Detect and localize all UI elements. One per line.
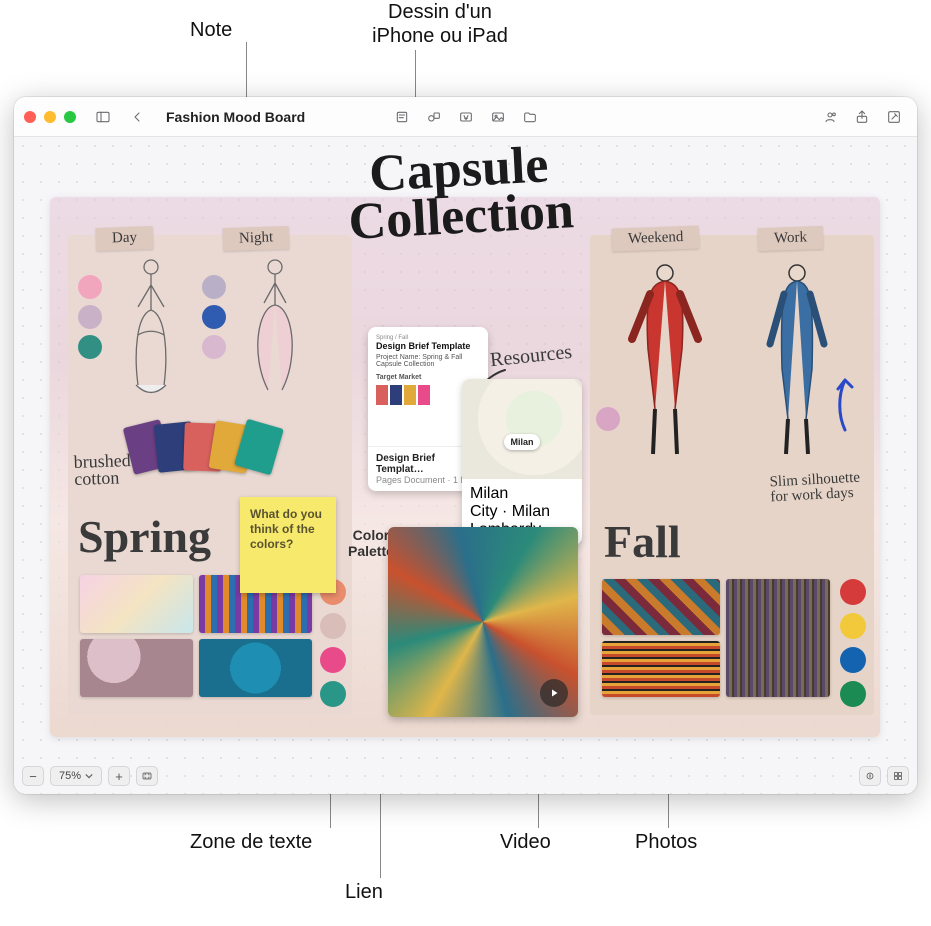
link-card-map[interactable]: Milan Milan City · Milan Lombardy [462, 379, 582, 545]
collaborate-button[interactable] [817, 105, 843, 129]
palette-dot [320, 681, 346, 707]
zoom-controls: − 75% + [22, 766, 158, 786]
photo-tile [80, 575, 193, 633]
color-swatch [78, 305, 102, 329]
palette-dot [840, 613, 866, 639]
back-button[interactable] [124, 105, 150, 129]
grid-icon [892, 770, 904, 782]
color-swatch [78, 275, 102, 299]
spring-panel: Day Night [68, 235, 352, 715]
fashion-sketch-work [752, 259, 842, 459]
palette-dot [840, 681, 866, 707]
collaborate-icon [822, 109, 838, 125]
fashion-sketch-night [240, 255, 310, 405]
callout-photos: Photos [635, 830, 697, 854]
toolbar: Fashion Mood Board [14, 97, 917, 137]
chevron-left-icon [129, 109, 145, 125]
close-button[interactable] [24, 111, 36, 123]
minimize-button[interactable] [44, 111, 56, 123]
hand-note-work: Slim silhouette for work days [769, 471, 861, 506]
play-icon [548, 687, 560, 699]
video-tile[interactable] [388, 527, 578, 717]
sidebar-toggle-button[interactable] [90, 105, 116, 129]
sidebar-icon [95, 109, 111, 125]
fabric-swatches [128, 423, 278, 471]
thumb-title: Design Brief Template [376, 341, 480, 351]
hand-label-fabric: brushed cotton [73, 452, 131, 488]
sticky-note[interactable]: What do you think of the colors? [240, 497, 336, 593]
fashion-sketch-day [116, 255, 186, 405]
chevron-down-icon [85, 772, 93, 780]
zoom-level[interactable]: 75% [50, 766, 102, 786]
arrow-icon [830, 375, 860, 435]
play-button[interactable] [540, 679, 568, 707]
canvas[interactable]: Capsule Collection Day Night [14, 137, 917, 794]
palette-dot [840, 647, 866, 673]
map-thumbnail: Milan [462, 379, 582, 479]
text-icon [458, 109, 474, 125]
zoom-fit-button[interactable] [136, 766, 158, 786]
fall-palette [840, 579, 866, 707]
photo-tile [602, 579, 720, 635]
tape-label-night: Night [223, 226, 290, 251]
zoom-in-button[interactable]: + [108, 766, 130, 786]
fall-photos-left [602, 579, 720, 697]
note-icon [394, 109, 410, 125]
window-controls [24, 111, 76, 123]
grid-toggle-button[interactable] [887, 766, 909, 786]
callout-video: Video [500, 830, 551, 854]
tape-label-weekend: Weekend [612, 225, 700, 251]
app-window: Fashion Mood Board [14, 97, 917, 794]
map-title: Milan [470, 485, 574, 503]
add-text-button[interactable] [453, 105, 479, 129]
photo-tile [199, 639, 312, 697]
add-note-button[interactable] [389, 105, 415, 129]
pencil-icon [886, 109, 902, 125]
callout-note: Note [190, 18, 232, 42]
fashion-sketch-weekend [620, 259, 710, 459]
share-icon [854, 109, 870, 125]
photo-tile [80, 639, 193, 697]
image-icon [490, 109, 506, 125]
callout-drawing: Dessin d'un iPhone ou iPad [340, 0, 540, 48]
callout-textbox: Zone de texte [190, 830, 312, 854]
color-swatch [78, 335, 102, 359]
color-swatch [202, 335, 226, 359]
fit-icon [141, 770, 153, 782]
folder-icon [522, 109, 538, 125]
board-handwritten-title: Capsule Collection [278, 138, 642, 250]
add-shape-button[interactable] [421, 105, 447, 129]
edit-button[interactable] [881, 105, 907, 129]
navigator-icon [864, 770, 876, 782]
palette-dot [320, 647, 346, 673]
tape-label-work: Work [758, 226, 824, 251]
map-pin: Milan [504, 434, 540, 450]
zoom-out-button[interactable]: − [22, 766, 44, 786]
tape-label-day: Day [96, 226, 154, 251]
color-swatch [202, 305, 226, 329]
photo-tile [602, 641, 720, 697]
mood-board-background: Capsule Collection Day Night [50, 197, 880, 737]
board-title: Fashion Mood Board [166, 109, 305, 125]
minimap-button[interactable] [859, 766, 881, 786]
callout-link: Lien [345, 880, 383, 904]
fall-panel: Weekend Work [590, 235, 874, 715]
palette-dot [840, 579, 866, 605]
bottom-right-tools [859, 766, 909, 786]
color-swatch [202, 275, 226, 299]
color-swatch [596, 407, 620, 431]
spring-palette [320, 579, 346, 707]
fullscreen-button[interactable] [64, 111, 76, 123]
spring-photos [80, 575, 312, 697]
spring-headline: Spring [78, 510, 211, 563]
palette-dot [320, 613, 346, 639]
share-button[interactable] [849, 105, 875, 129]
add-file-button[interactable] [517, 105, 543, 129]
photo-tile [726, 579, 830, 697]
thumb-line: Project Name: Spring & Fall Capsule Coll… [376, 354, 480, 368]
fall-headline: Fall [604, 515, 681, 568]
shapes-icon [426, 109, 442, 125]
zoom-value: 75% [59, 770, 81, 782]
add-media-button[interactable] [485, 105, 511, 129]
